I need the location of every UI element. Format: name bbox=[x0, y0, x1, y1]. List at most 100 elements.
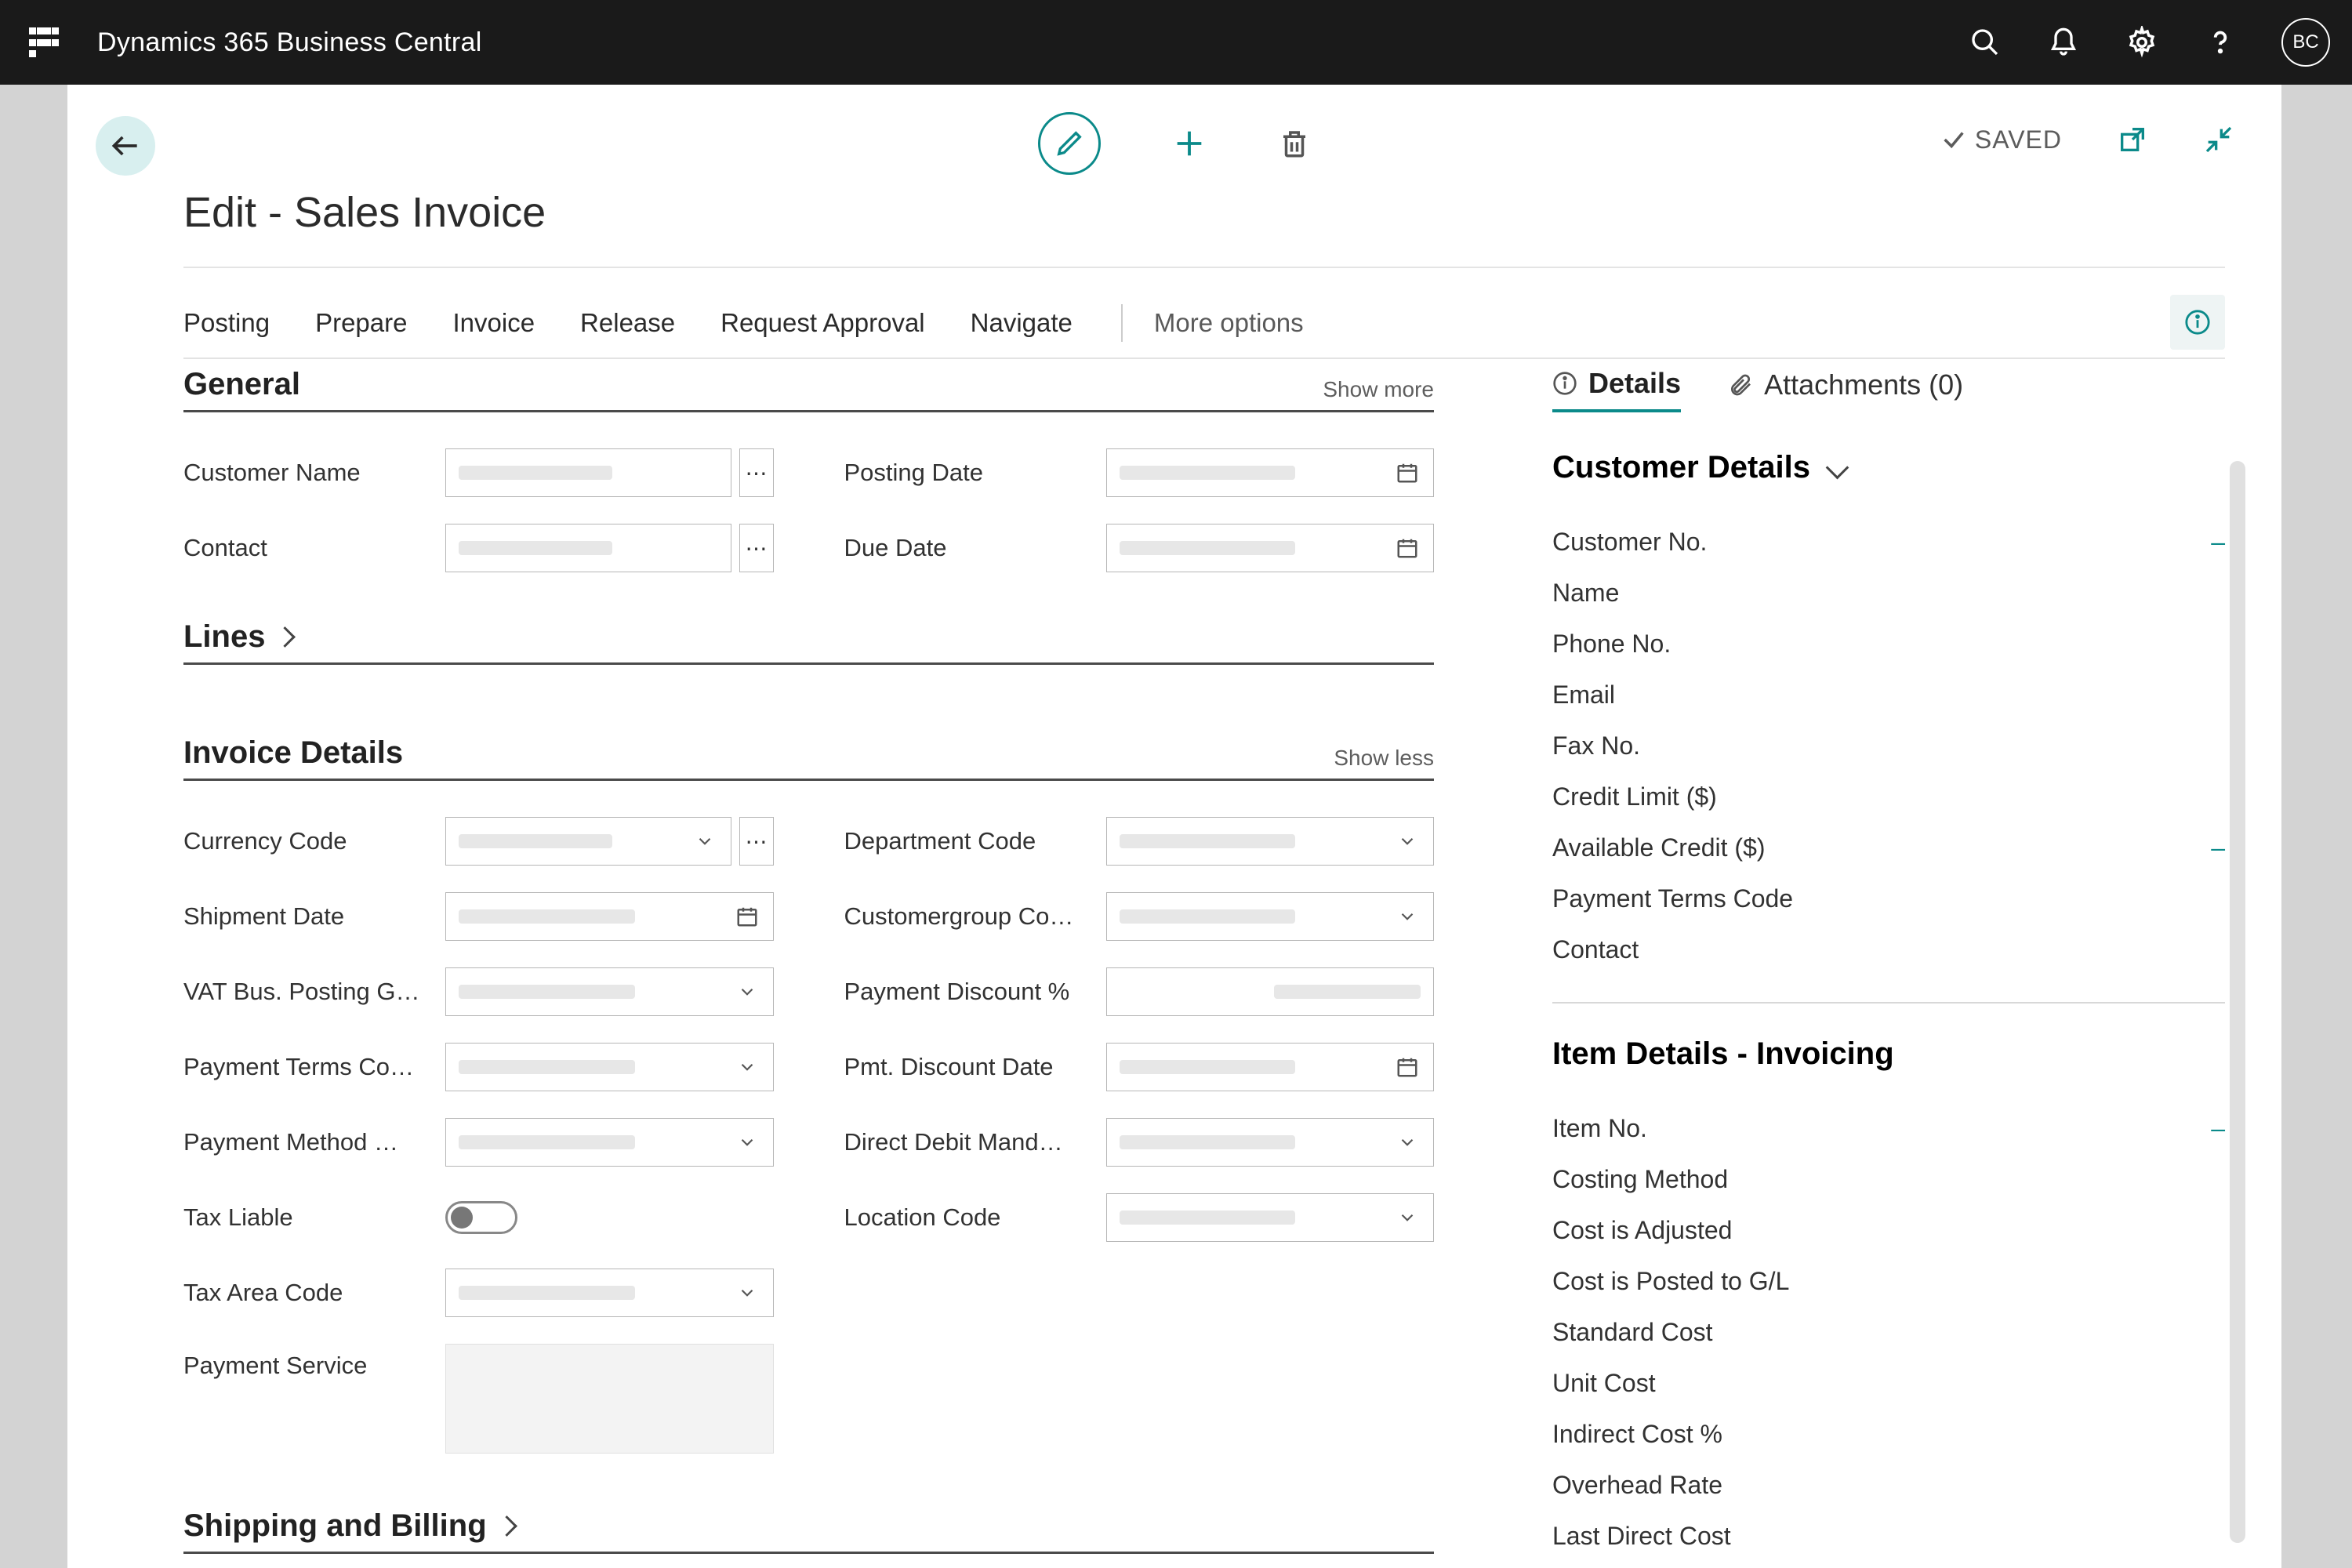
input-payment-discount-pct[interactable] bbox=[1106, 967, 1435, 1016]
input-shipment-date[interactable] bbox=[445, 892, 774, 941]
label-customer-name: Customer Name bbox=[183, 459, 442, 487]
input-posting-date[interactable] bbox=[1106, 448, 1435, 497]
calendar-icon[interactable] bbox=[1389, 1044, 1425, 1091]
factbox-customer-details-header[interactable]: Customer Details bbox=[1552, 450, 2225, 485]
input-pmt-discount-date[interactable] bbox=[1106, 1043, 1435, 1091]
ribbon-tab-invoice[interactable]: Invoice bbox=[452, 308, 535, 338]
notifications-icon[interactable] bbox=[2046, 25, 2081, 60]
input-currency-code[interactable] bbox=[445, 817, 731, 866]
fb-row-name: Name bbox=[1552, 568, 2225, 619]
input-payment-terms[interactable] bbox=[445, 1043, 774, 1091]
popout-icon[interactable] bbox=[2117, 124, 2148, 155]
factbox-toggle-icon[interactable] bbox=[2170, 295, 2225, 350]
calendar-icon[interactable] bbox=[1389, 449, 1425, 496]
new-record-button[interactable] bbox=[1171, 125, 1207, 162]
ribbon-more-options[interactable]: More options bbox=[1154, 308, 1304, 338]
chevron-down-icon[interactable] bbox=[729, 1269, 765, 1316]
page-title: Edit - Sales Invoice bbox=[183, 188, 546, 237]
factbox-tab-details[interactable]: Details bbox=[1552, 367, 1681, 412]
label-payment-method: Payment Method … bbox=[183, 1128, 442, 1156]
app-brand-title: Dynamics 365 Business Central bbox=[97, 27, 482, 58]
section-shipping-header[interactable]: Shipping and Billing bbox=[183, 1508, 1434, 1554]
section-lines-header[interactable]: Lines bbox=[183, 619, 1434, 665]
fb-row-item-no: Item No.– bbox=[1552, 1103, 2225, 1154]
label-payment-discount-pct: Payment Discount % bbox=[844, 978, 1103, 1006]
invoice-details-show-less[interactable]: Show less bbox=[1334, 746, 1434, 771]
toggle-tax-liable[interactable] bbox=[445, 1201, 517, 1234]
edit-mode-button[interactable] bbox=[1038, 112, 1101, 175]
calendar-icon[interactable] bbox=[1389, 524, 1425, 572]
input-customergroup-code[interactable] bbox=[1106, 892, 1435, 941]
input-payment-method[interactable] bbox=[445, 1118, 774, 1167]
input-due-date[interactable] bbox=[1106, 524, 1435, 572]
factbox-tab-attachments[interactable]: Attachments (0) bbox=[1728, 368, 1963, 411]
fb-row-cost-adjusted: Cost is Adjusted bbox=[1552, 1205, 2225, 1256]
fb-row-overhead-rate: Overhead Rate bbox=[1552, 1460, 2225, 1511]
ribbon-tab-navigate[interactable]: Navigate bbox=[971, 308, 1073, 338]
action-ribbon: Posting Prepare Invoice Release Request … bbox=[183, 289, 2225, 359]
ribbon-tab-prepare[interactable]: Prepare bbox=[315, 308, 407, 338]
label-direct-debit: Direct Debit Mand… bbox=[844, 1128, 1103, 1156]
search-icon[interactable] bbox=[1968, 25, 2002, 60]
input-tax-area[interactable] bbox=[445, 1269, 774, 1317]
label-shipment-date: Shipment Date bbox=[183, 902, 442, 931]
input-contact[interactable] bbox=[445, 524, 731, 572]
assist-customer-name[interactable]: ⋯ bbox=[739, 448, 774, 497]
assist-contact[interactable]: ⋯ bbox=[739, 524, 774, 572]
chevron-down-icon[interactable] bbox=[1389, 893, 1425, 940]
ribbon-tab-request-approval[interactable]: Request Approval bbox=[720, 308, 925, 338]
chevron-down-icon bbox=[1818, 459, 1846, 476]
input-vat-bus[interactable] bbox=[445, 967, 774, 1016]
factbox-item-details-header[interactable]: Item Details - Invoicing bbox=[1552, 1036, 2225, 1072]
user-avatar[interactable]: BC bbox=[2281, 18, 2330, 67]
ribbon-tab-posting[interactable]: Posting bbox=[183, 308, 270, 338]
label-tax-area: Tax Area Code bbox=[183, 1279, 442, 1307]
app-launcher-icon[interactable] bbox=[22, 20, 66, 64]
calendar-icon[interactable] bbox=[729, 893, 765, 940]
input-payment-service[interactable] bbox=[445, 1344, 774, 1454]
chevron-down-icon[interactable] bbox=[729, 1119, 765, 1166]
fb-row-payment-terms: Payment Terms Code bbox=[1552, 873, 2225, 924]
chevron-down-icon[interactable] bbox=[1389, 1194, 1425, 1241]
fb-row-indirect-cost: Indirect Cost % bbox=[1552, 1409, 2225, 1460]
label-location-code: Location Code bbox=[844, 1203, 1103, 1232]
label-department-code: Department Code bbox=[844, 827, 1103, 855]
input-department-code[interactable] bbox=[1106, 817, 1435, 866]
factbox-scrollbar[interactable] bbox=[2230, 461, 2245, 1543]
chevron-down-icon[interactable] bbox=[687, 818, 723, 865]
chevron-down-icon[interactable] bbox=[729, 1044, 765, 1091]
chevron-down-icon[interactable] bbox=[729, 968, 765, 1015]
page-card: SAVED Edit - Sales Invoice Posting Prepa… bbox=[67, 85, 2281, 1568]
delete-button[interactable] bbox=[1278, 127, 1311, 160]
app-top-bar: Dynamics 365 Business Central BC bbox=[0, 0, 2352, 85]
fb-row-costing-method: Costing Method bbox=[1552, 1154, 2225, 1205]
label-customergroup-code: Customergroup Co… bbox=[844, 902, 1103, 931]
settings-icon[interactable] bbox=[2125, 25, 2159, 60]
input-customer-name[interactable] bbox=[445, 448, 731, 497]
chevron-down-icon[interactable] bbox=[1389, 818, 1425, 865]
general-show-more[interactable]: Show more bbox=[1323, 377, 1434, 402]
label-pmt-discount-date: Pmt. Discount Date bbox=[844, 1053, 1103, 1081]
section-invoice-details-header[interactable]: Invoice Details Show less bbox=[183, 735, 1434, 781]
label-tax-liable: Tax Liable bbox=[183, 1203, 442, 1232]
fb-row-email: Email bbox=[1552, 670, 2225, 720]
help-icon[interactable] bbox=[2203, 25, 2238, 60]
label-vat-bus: VAT Bus. Posting G… bbox=[183, 978, 442, 1006]
fb-row-customer-no: Customer No.– bbox=[1552, 517, 2225, 568]
label-due-date: Due Date bbox=[844, 534, 1103, 562]
fb-row-cost-posted: Cost is Posted to G/L bbox=[1552, 1256, 2225, 1307]
ribbon-tab-release[interactable]: Release bbox=[580, 308, 675, 338]
assist-currency-code[interactable]: ⋯ bbox=[739, 817, 774, 866]
input-location-code[interactable] bbox=[1106, 1193, 1435, 1242]
chevron-right-icon bbox=[495, 1519, 514, 1534]
fb-row-phone: Phone No. bbox=[1552, 619, 2225, 670]
fb-row-last-direct-cost: Last Direct Cost bbox=[1552, 1511, 2225, 1562]
input-direct-debit[interactable] bbox=[1106, 1118, 1435, 1167]
collapse-icon[interactable] bbox=[2203, 124, 2234, 155]
fb-row-unit-cost: Unit Cost bbox=[1552, 1358, 2225, 1409]
fb-row-fax: Fax No. bbox=[1552, 720, 2225, 771]
section-general-header[interactable]: General Show more bbox=[183, 367, 1434, 412]
chevron-down-icon[interactable] bbox=[1389, 1119, 1425, 1166]
chevron-right-icon bbox=[273, 630, 292, 644]
label-contact: Contact bbox=[183, 534, 442, 562]
